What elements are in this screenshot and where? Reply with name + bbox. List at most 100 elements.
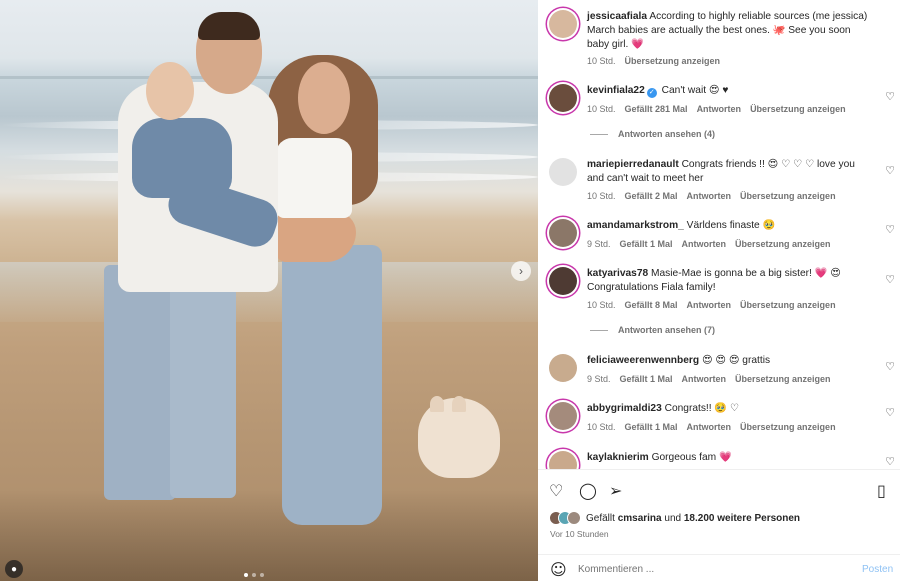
reply-button[interactable]: Antworten bbox=[687, 422, 732, 432]
avatar[interactable] bbox=[549, 267, 577, 295]
post-date[interactable]: Vor 10 Stunden bbox=[550, 529, 609, 539]
comment-text: kevinfiala22 ✓ Can't wait 😍 ♥ bbox=[587, 84, 872, 98]
divider bbox=[590, 329, 608, 331]
next-photo-button[interactable]: › bbox=[511, 261, 531, 281]
like-count[interactable]: Gefällt 2 Mal bbox=[625, 191, 678, 201]
comment-meta: 9 Std. Gefällt 1 Mal Antworten Übersetzu… bbox=[587, 239, 831, 249]
comment-input[interactable] bbox=[578, 561, 838, 577]
father-jeans bbox=[104, 265, 176, 500]
reply-button[interactable]: Antworten bbox=[697, 104, 742, 114]
timestamp[interactable]: 10 Std. bbox=[587, 56, 616, 66]
carousel-dot bbox=[260, 573, 264, 577]
smiley-icon[interactable]: ☺ bbox=[550, 560, 567, 579]
reply-button[interactable]: Antworten bbox=[687, 191, 732, 201]
view-replies-button[interactable]: Antworten ansehen (4) bbox=[590, 129, 715, 139]
heart-icon[interactable]: ♡ bbox=[884, 456, 896, 468]
avatar[interactable] bbox=[549, 84, 577, 112]
father-hair bbox=[198, 12, 260, 40]
likes-count[interactable]: 18.200 weitere Personen bbox=[684, 513, 800, 524]
timestamp[interactable]: 9 Std. bbox=[587, 374, 611, 384]
verified-badge-icon: ✓ bbox=[646, 88, 657, 98]
translate-link[interactable]: Übersetzung anzeigen bbox=[740, 422, 836, 432]
translate-link[interactable]: Übersetzung anzeigen bbox=[750, 104, 846, 114]
comment-body: Can't wait 😍 ♥ bbox=[661, 85, 729, 96]
mother-face bbox=[298, 62, 350, 134]
carousel-dot bbox=[252, 573, 256, 577]
reply-button[interactable]: Antworten bbox=[682, 239, 727, 249]
timestamp[interactable]: 10 Std. bbox=[587, 300, 616, 310]
username[interactable]: katyarivas78 bbox=[587, 268, 648, 279]
bookmark-icon[interactable]: ▯ bbox=[877, 481, 886, 500]
translate-link[interactable]: Übersetzung anzeigen bbox=[735, 239, 831, 249]
translate-link[interactable]: Übersetzung anzeigen bbox=[740, 300, 836, 310]
timestamp[interactable]: 10 Std. bbox=[587, 191, 616, 201]
avatar[interactable] bbox=[549, 219, 577, 247]
view-replies-button[interactable]: Antworten ansehen (7) bbox=[590, 325, 715, 335]
avatar[interactable] bbox=[549, 10, 577, 38]
likes-middle: und bbox=[664, 512, 682, 524]
carousel-dots bbox=[244, 573, 264, 577]
avatar[interactable] bbox=[549, 402, 577, 430]
comment-text: kaylaknierim Gorgeous fam 💗 bbox=[587, 451, 872, 465]
comment-icon[interactable]: ◯ bbox=[579, 481, 597, 500]
comment-meta: 10 Std. Gefällt 1 Mal Antworten Übersetz… bbox=[587, 422, 836, 432]
likes-prefix: Gefällt bbox=[586, 512, 615, 524]
comment-text: amandamarkstrom_ Världens finaste 🥹 bbox=[587, 219, 872, 233]
heart-icon[interactable]: ♡ bbox=[884, 165, 896, 177]
comment-meta: 10 Std. Gefällt 2 Mal Antworten Übersetz… bbox=[587, 191, 836, 201]
comments-panel: jessicaafiala According to highly reliab… bbox=[538, 0, 900, 581]
like-count[interactable]: Gefällt 1 Mal bbox=[625, 422, 678, 432]
heart-icon[interactable]: ♡ bbox=[884, 407, 896, 419]
heart-icon[interactable]: ♡ bbox=[884, 361, 896, 373]
timestamp[interactable]: 9 Std. bbox=[587, 239, 611, 249]
action-bar: ♡ ◯ ➢ ▯ bbox=[538, 478, 900, 504]
username[interactable]: kevinfiala22 bbox=[587, 85, 645, 96]
comment-meta: 10 Std. Gefällt 281 Mal Antworten Überse… bbox=[587, 104, 846, 114]
like-count[interactable]: Gefällt 1 Mal bbox=[620, 239, 673, 249]
dog-ear bbox=[452, 396, 466, 412]
comment-meta: 9 Std. Gefällt 1 Mal Antworten Übersetzu… bbox=[587, 374, 831, 384]
timestamp[interactable]: 10 Std. bbox=[587, 422, 616, 432]
likes-summary: Gefällt cmsarina und 18.200 weitere Pers… bbox=[549, 511, 800, 525]
heart-icon[interactable]: ♡ bbox=[884, 91, 896, 103]
username[interactable]: jessicaafiala bbox=[587, 11, 647, 22]
mother-belly bbox=[276, 212, 356, 262]
reply-button[interactable]: Antworten bbox=[682, 374, 727, 384]
reply-button[interactable]: Antworten bbox=[687, 300, 732, 310]
avatar[interactable] bbox=[549, 451, 577, 469]
avatar[interactable] bbox=[549, 158, 577, 186]
like-count[interactable]: Gefällt 8 Mal bbox=[625, 300, 678, 310]
comment-body: Världens finaste 🥹 bbox=[686, 220, 776, 231]
translate-link[interactable]: Übersetzung anzeigen bbox=[735, 374, 831, 384]
timestamp[interactable]: 10 Std. bbox=[587, 104, 616, 114]
liker-username[interactable]: cmsarina bbox=[618, 513, 662, 524]
add-comment-bar: ☺ Posten bbox=[538, 554, 900, 581]
username[interactable]: feliciaweerenwennberg bbox=[587, 355, 699, 366]
heart-icon[interactable]: ♡ bbox=[884, 224, 896, 236]
share-icon[interactable]: ➢ bbox=[609, 481, 622, 500]
translate-link[interactable]: Übersetzung anzeigen bbox=[625, 56, 721, 66]
username[interactable]: abbygrimaldi23 bbox=[587, 403, 662, 414]
comments-list[interactable]: jessicaafiala According to highly reliab… bbox=[538, 0, 900, 470]
post-photo[interactable]: › ● bbox=[0, 0, 538, 581]
avatar[interactable] bbox=[567, 511, 581, 525]
comment-text: katyarivas78 Masie-Mae is gonna be a big… bbox=[587, 267, 872, 295]
like-count[interactable]: Gefällt 1 Mal bbox=[620, 374, 673, 384]
comment-meta: 10 Std. Gefällt 8 Mal Antworten Übersetz… bbox=[587, 300, 836, 310]
comment-body: Congrats!! 🥹 ♡ bbox=[664, 403, 740, 414]
username[interactable]: mariepierredanault bbox=[587, 159, 679, 170]
sand-shadow bbox=[0, 490, 538, 581]
translate-link[interactable]: Übersetzung anzeigen bbox=[740, 191, 836, 201]
username[interactable]: amandamarkstrom_ bbox=[587, 220, 684, 231]
dog-ear bbox=[430, 396, 444, 412]
comment-text: abbygrimaldi23 Congrats!! 🥹 ♡ bbox=[587, 402, 872, 416]
user-tag-button[interactable]: ● bbox=[5, 560, 23, 578]
heart-icon[interactable]: ♡ bbox=[549, 481, 563, 500]
divider bbox=[590, 133, 608, 135]
baby-face bbox=[146, 62, 194, 120]
username[interactable]: kaylaknierim bbox=[587, 452, 649, 463]
heart-icon[interactable]: ♡ bbox=[884, 274, 896, 286]
post-button[interactable]: Posten bbox=[862, 564, 893, 575]
avatar[interactable] bbox=[549, 354, 577, 382]
like-count[interactable]: Gefällt 281 Mal bbox=[625, 104, 688, 114]
